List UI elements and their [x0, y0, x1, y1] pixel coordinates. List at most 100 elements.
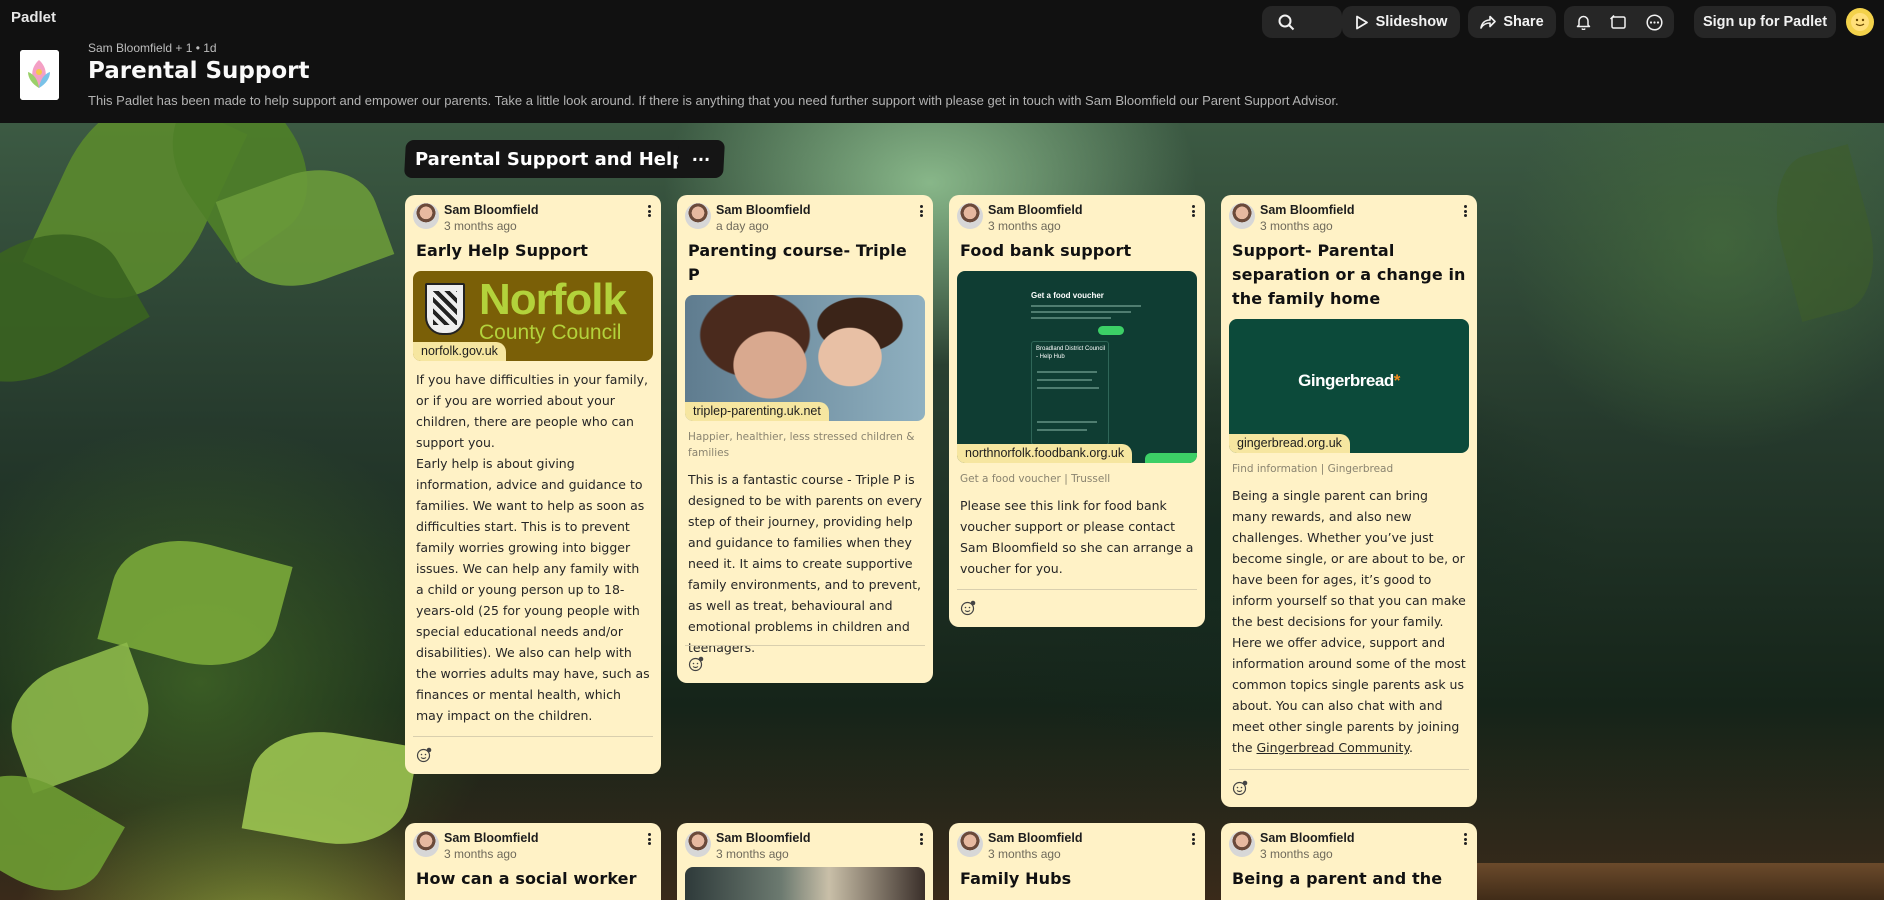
post-card[interactable]: Sam Bloomfield 3 months ago Support- Par…: [1221, 195, 1477, 807]
padlet-brand[interactable]: Padlet: [11, 9, 56, 26]
slideshow-button[interactable]: Slideshow: [1342, 6, 1460, 38]
link-host: northnorfolk.foodbank.org.uk: [957, 444, 1133, 463]
add-reaction-icon[interactable]: [688, 656, 704, 672]
post-time: 3 months ago: [1260, 847, 1333, 861]
search-button[interactable]: [1262, 6, 1342, 38]
section-more-button[interactable]: ···: [677, 140, 725, 178]
post-title: Parenting course- Triple P: [688, 241, 907, 284]
post-author: Sam Bloomfield: [444, 203, 539, 217]
more-options-icon[interactable]: [1645, 13, 1663, 31]
add-reaction-icon[interactable]: [960, 600, 976, 616]
post-author: Sam Bloomfield: [716, 831, 811, 845]
screenshot-heading: Get a food voucher: [1031, 291, 1104, 300]
post-more-icon[interactable]: [1187, 203, 1199, 219]
share-icon: [1480, 15, 1497, 29]
coat-of-arms-icon: [425, 283, 465, 335]
page-title: Parental Support: [88, 58, 310, 84]
avatar[interactable]: [1229, 203, 1255, 229]
section-header[interactable]: Parental Support and Help: [404, 140, 697, 178]
post-title: Early Help Support: [416, 241, 589, 260]
search-icon: [1278, 14, 1295, 31]
post-body: This is a fantastic course - Triple P is…: [688, 472, 922, 655]
link-preview[interactable]: triplep-parenting.uk.net: [685, 295, 925, 421]
add-reaction-icon[interactable]: [1232, 780, 1248, 796]
post-author: Sam Bloomfield: [988, 203, 1083, 217]
post-author: Sam Bloomfield: [444, 831, 539, 845]
sign-up-button[interactable]: Sign up for Padlet: [1694, 6, 1836, 38]
share-label: Share: [1503, 14, 1544, 30]
post-more-icon[interactable]: [643, 203, 655, 219]
link-host: norfolk.gov.uk: [413, 342, 506, 361]
play-icon: [1355, 15, 1369, 30]
post-card[interactable]: Sam Bloomfield 3 months ago: [677, 823, 933, 900]
post-time: 3 months ago: [988, 219, 1061, 233]
post-body: Please see this link for food bank vouch…: [960, 498, 1194, 576]
post-more-icon[interactable]: [1459, 831, 1471, 847]
post-title: Family Hubs: [960, 869, 1072, 888]
top-bar: Padlet Slideshow Share Sign up for Padle…: [0, 0, 1884, 123]
post-time: 3 months ago: [444, 219, 517, 233]
post-card[interactable]: Sam Bloomfield 3 months ago Family Hubs: [949, 823, 1205, 900]
link-host: gingerbread.org.uk: [1229, 434, 1350, 453]
smiley-icon: [1851, 13, 1869, 31]
post-card[interactable]: Sam Bloomfield 3 months ago How can a so…: [405, 823, 661, 900]
post-more-icon[interactable]: [1459, 203, 1471, 219]
post-title: Support- Parental separation or a change…: [1232, 241, 1466, 308]
post-card[interactable]: Sam Bloomfield 3 months ago Being a pare…: [1221, 823, 1477, 900]
bell-icon[interactable]: [1576, 14, 1591, 30]
gingerbread-logo: Gingerbread *: [1229, 319, 1469, 453]
post-body-text: Being a single parent can bring many rew…: [1232, 488, 1466, 755]
link-caption: Find information | Gingerbread: [1232, 463, 1394, 475]
link-preview[interactable]: Gingerbread * gingerbread.org.uk: [1229, 319, 1469, 453]
post-more-icon[interactable]: [915, 831, 927, 847]
post-footer: [685, 645, 925, 683]
post-more-icon[interactable]: [915, 203, 927, 219]
post-body: Being a single parent can bring many rew…: [1221, 477, 1477, 758]
link-preview[interactable]: [685, 867, 925, 900]
link-host: triplep-parenting.uk.net: [685, 402, 829, 421]
post-time: 3 months ago: [444, 847, 517, 861]
wallpaper-background: [0, 123, 1884, 900]
link-preview[interactable]: Norfolk County Council norfolk.gov.uk: [413, 271, 653, 361]
gingerbread-logo-text: Gingerbread: [1298, 371, 1394, 390]
post-body-end: .: [1408, 740, 1413, 755]
account-avatar[interactable]: [1846, 8, 1874, 36]
padlet-meta: Sam Bloomfield + 1 • 1d: [88, 41, 217, 55]
post-more-icon[interactable]: [1187, 831, 1199, 847]
link-caption: Happier, healthier, less stressed childr…: [688, 431, 915, 459]
toolbar-icon-group: [1564, 6, 1674, 38]
post-card[interactable]: Sam Bloomfield 3 months ago Early Help S…: [405, 195, 661, 774]
avatar[interactable]: [413, 831, 439, 857]
post-body: If you have difficulties in your family,…: [416, 372, 650, 723]
post-card[interactable]: Sam Bloomfield a day ago Parenting cours…: [677, 195, 933, 683]
avatar[interactable]: [957, 831, 983, 857]
gingerbread-community-link[interactable]: Gingerbread Community: [1257, 740, 1409, 755]
norfolk-logo-subtext: County Council: [479, 321, 622, 344]
post-author: Sam Bloomfield: [1260, 203, 1355, 217]
post-card[interactable]: Sam Bloomfield 3 months ago Food bank su…: [949, 195, 1205, 627]
post-time: a day ago: [716, 219, 769, 233]
remake-icon[interactable]: [1609, 14, 1627, 30]
avatar[interactable]: [685, 203, 711, 229]
post-time: 3 months ago: [988, 847, 1061, 861]
page-description: This Padlet has been made to help suppor…: [88, 93, 1339, 108]
add-reaction-icon[interactable]: [416, 747, 432, 763]
slideshow-label: Slideshow: [1375, 14, 1448, 30]
avatar[interactable]: [685, 831, 711, 857]
post-more-icon[interactable]: [643, 831, 655, 847]
food-voucher-screenshot: Get a food voucher Broadland District Co…: [957, 271, 1197, 463]
post-photo: [685, 867, 925, 900]
share-button[interactable]: Share: [1468, 6, 1556, 38]
avatar[interactable]: [413, 203, 439, 229]
post-title: Being a parent and the: [1232, 869, 1443, 888]
post-title: Food bank support: [960, 241, 1132, 260]
avatar[interactable]: [957, 203, 983, 229]
screenshot-box-text: Broadland District Council - Help Hub: [1036, 346, 1106, 360]
post-title: How can a social worker: [416, 869, 637, 888]
link-caption: Get a food voucher | Trussell: [960, 473, 1111, 485]
section-title: Parental Support and Help: [415, 148, 686, 170]
post-time: 3 months ago: [716, 847, 789, 861]
avatar[interactable]: [1229, 831, 1255, 857]
sign-up-label: Sign up for Padlet: [1702, 14, 1828, 30]
link-preview[interactable]: Get a food voucher Broadland District Co…: [957, 271, 1197, 463]
